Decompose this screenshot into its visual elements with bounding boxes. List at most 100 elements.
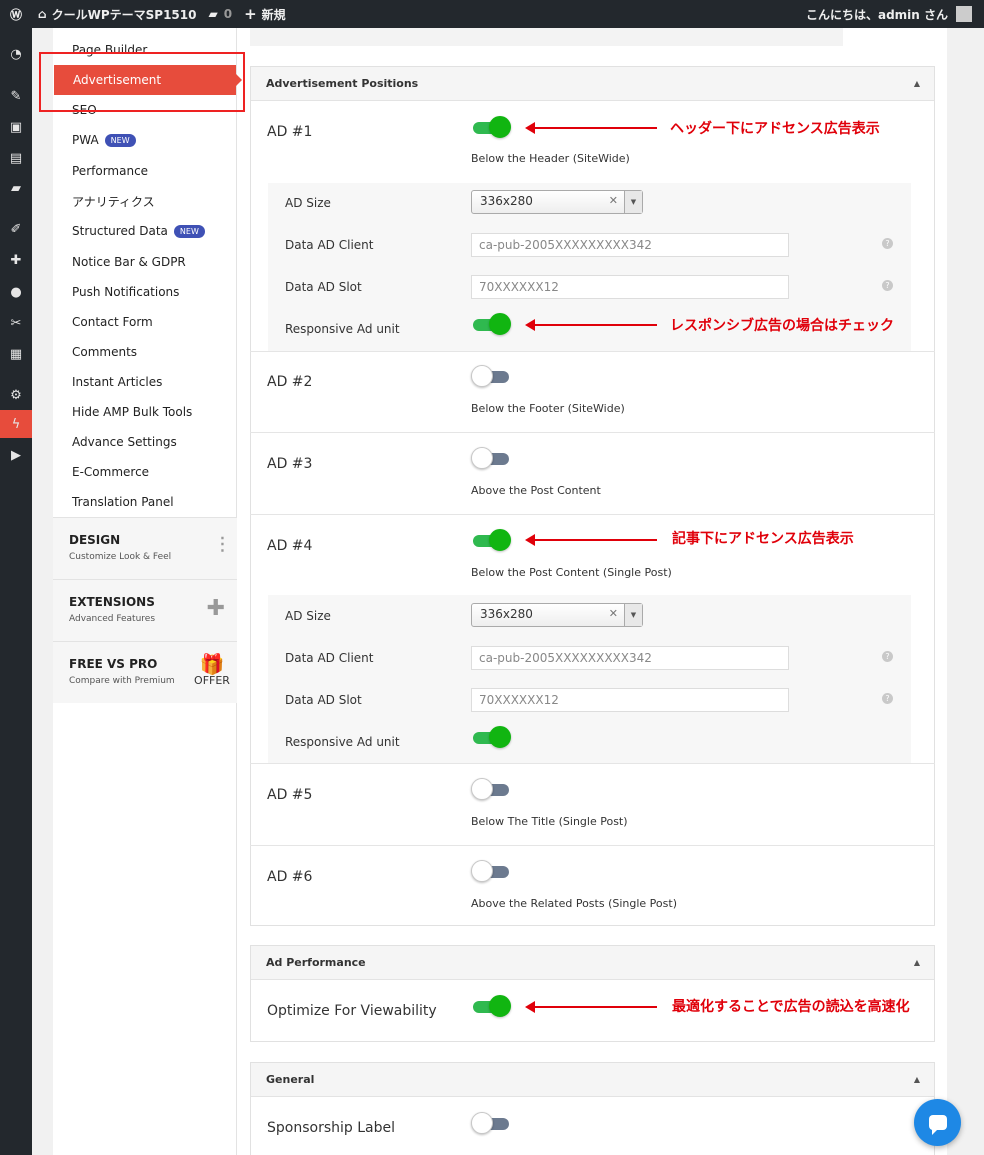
ad4-size-select[interactable]: 336x280 ✕ ▼ xyxy=(471,603,643,627)
nav-item-analytics[interactable]: アナリティクス xyxy=(53,186,237,216)
ad3-toggle[interactable] xyxy=(471,447,511,469)
ad4-client-input[interactable]: ca-pub-2005XXXXXXXXX342 xyxy=(471,646,789,670)
nav-group-free-vs-pro[interactable]: FREE VS PRO Compare with Premium 🎁 OFFER xyxy=(53,641,237,703)
annotation-viewability: 最適化することで広告の読込を高速化 xyxy=(672,999,910,1015)
collapse-caret-icon[interactable]: ▲ xyxy=(914,958,920,967)
ad1-desc: Below the Header (SiteWide) xyxy=(471,152,630,165)
optimize-viewability-label: Optimize For Viewability xyxy=(267,1003,437,1019)
nav-item-comments[interactable]: Comments xyxy=(53,337,237,367)
nav-item-advance-settings[interactable]: Advance Settings xyxy=(53,427,237,457)
help-icon[interactable]: ? xyxy=(882,238,893,249)
nav-item-hide-amp-bulk-tools[interactable]: Hide AMP Bulk Tools xyxy=(53,397,237,427)
ad6-toggle[interactable] xyxy=(471,860,511,882)
comments-link[interactable]: ▰ 0 xyxy=(202,0,238,28)
nav-group-extensions[interactable]: EXTENSIONS Advanced Features ✚ xyxy=(53,579,237,641)
ad-performance-header[interactable]: Ad Performance ▲ xyxy=(251,946,934,980)
ad1-responsive-toggle[interactable] xyxy=(471,313,511,335)
nav-item-performance[interactable]: Performance xyxy=(53,156,237,186)
account-menu[interactable]: こんにちは、admin さん xyxy=(800,0,978,28)
nav-label: Advance Settings xyxy=(72,435,177,449)
chevron-down-icon[interactable]: ▼ xyxy=(624,604,642,626)
nav-item-push-notifications[interactable]: Push Notifications xyxy=(53,277,237,307)
general-header[interactable]: General ▲ xyxy=(251,1063,934,1097)
new-content-link[interactable]: + 新規 xyxy=(238,0,292,28)
ad-performance-panel: Ad Performance ▲ xyxy=(250,945,935,1042)
media-icon[interactable]: ▣ xyxy=(0,113,32,141)
ad4-toggle[interactable] xyxy=(471,529,511,551)
ad3-desc: Above the Post Content xyxy=(471,484,601,497)
help-icon[interactable]: ? xyxy=(882,693,893,704)
site-name-link[interactable]: ⌂ クールWPテーマSP1510 xyxy=(32,0,202,28)
users-icon[interactable]: ● xyxy=(0,278,32,306)
gift-icon: 🎁 xyxy=(199,652,225,676)
group-subtitle: Customize Look & Feel xyxy=(69,552,172,562)
ad4-label: AD #4 xyxy=(267,538,313,554)
ad1-client-input[interactable]: ca-pub-2005XXXXXXXXX342 xyxy=(471,233,789,257)
comments-count: 0 xyxy=(223,7,233,21)
ad4-responsive-toggle[interactable] xyxy=(471,726,511,748)
annotation-post-ad: 記事下にアドセンス広告表示 xyxy=(672,531,854,547)
general-panel: General ▲ xyxy=(250,1062,935,1155)
ad2-label: AD #2 xyxy=(267,374,313,390)
section-title: Advertisement Positions xyxy=(266,77,419,90)
clear-icon[interactable]: ✕ xyxy=(609,194,618,207)
clear-icon[interactable]: ✕ xyxy=(609,607,618,620)
chevron-down-icon[interactable]: ▼ xyxy=(624,191,642,213)
play-icon[interactable]: ▶ xyxy=(0,441,32,469)
nav-group-design[interactable]: DESIGN Customize Look & Feel ⫶ xyxy=(53,517,237,579)
ad2-toggle[interactable] xyxy=(471,365,511,387)
ad-positions-header[interactable]: Advertisement Positions ▲ xyxy=(251,67,934,101)
ad5-desc: Below The Title (Single Post) xyxy=(471,815,628,828)
nav-item-structured-data[interactable]: Structured Data NEW xyxy=(53,216,237,246)
nav-item-instant-articles[interactable]: Instant Articles xyxy=(53,367,237,397)
comment-icon: ▰ xyxy=(208,7,218,21)
ad1-client-label: Data AD Client xyxy=(285,238,374,252)
group-subtitle: Advanced Features xyxy=(69,614,156,624)
nav-item-notice-bar[interactable]: Notice Bar & GDPR xyxy=(53,247,237,277)
top-strip xyxy=(250,28,843,46)
site-name-text: クールWPテーマSP1510 xyxy=(51,7,197,22)
ad1-slot-input[interactable]: 70XXXXXX12 xyxy=(471,275,789,299)
ad1-size-select[interactable]: 336x280 ✕ ▼ xyxy=(471,190,643,214)
appearance-icon[interactable]: ✐ xyxy=(0,215,32,243)
nav-item-contact-form[interactable]: Contact Form xyxy=(53,307,237,337)
amp-icon[interactable]: ϟ xyxy=(0,410,32,438)
nav-label: Structured Data xyxy=(72,224,168,238)
nav-item-pwa[interactable]: PWA NEW xyxy=(53,125,237,155)
nav-item-e-commerce[interactable]: E-Commerce xyxy=(53,457,237,487)
help-icon[interactable]: ? xyxy=(882,651,893,662)
nav-label: Translation Panel xyxy=(72,495,174,509)
group-title: EXTENSIONS xyxy=(69,595,155,609)
ad5-label: AD #5 xyxy=(267,787,313,803)
ad5-toggle[interactable] xyxy=(471,778,511,800)
ad1-toggle[interactable] xyxy=(471,116,511,138)
ad4-slot-input[interactable]: 70XXXXXX12 xyxy=(471,688,789,712)
ad1-size-label: AD Size xyxy=(285,196,331,210)
avatar xyxy=(956,6,972,22)
divider xyxy=(250,845,935,846)
gear-icon[interactable]: ⚙ xyxy=(0,381,32,409)
optimize-viewability-toggle[interactable] xyxy=(471,995,511,1017)
chat-button[interactable] xyxy=(914,1099,961,1146)
tools-icon[interactable]: ✂ xyxy=(0,309,32,337)
nav-item-translation-panel[interactable]: Translation Panel xyxy=(53,487,237,517)
sponsorship-label-toggle[interactable] xyxy=(471,1112,511,1134)
help-icon[interactable]: ? xyxy=(882,280,893,291)
section-title: Ad Performance xyxy=(266,956,366,969)
pages-icon[interactable]: ▤ xyxy=(0,144,32,172)
comments-icon[interactable]: ▰ xyxy=(0,174,32,202)
nav-label: アナリティクス xyxy=(72,194,155,209)
settings-icon[interactable]: ▦ xyxy=(0,340,32,368)
section-title: General xyxy=(266,1073,315,1086)
ad6-desc: Above the Related Posts (Single Post) xyxy=(471,897,677,910)
ad1-label: AD #1 xyxy=(267,124,313,140)
divider xyxy=(250,432,935,433)
divider xyxy=(250,514,935,515)
wordpress-logo-icon[interactable]: Ⓦ xyxy=(0,0,32,28)
dashboard-icon[interactable]: ◔ xyxy=(0,40,32,68)
nav-label: Comments xyxy=(72,345,138,359)
collapse-caret-icon[interactable]: ▲ xyxy=(914,1075,920,1084)
plugins-icon[interactable]: ✚ xyxy=(0,246,32,274)
collapse-caret-icon[interactable]: ▲ xyxy=(914,79,920,88)
pin-icon[interactable]: ✎ xyxy=(0,82,32,110)
